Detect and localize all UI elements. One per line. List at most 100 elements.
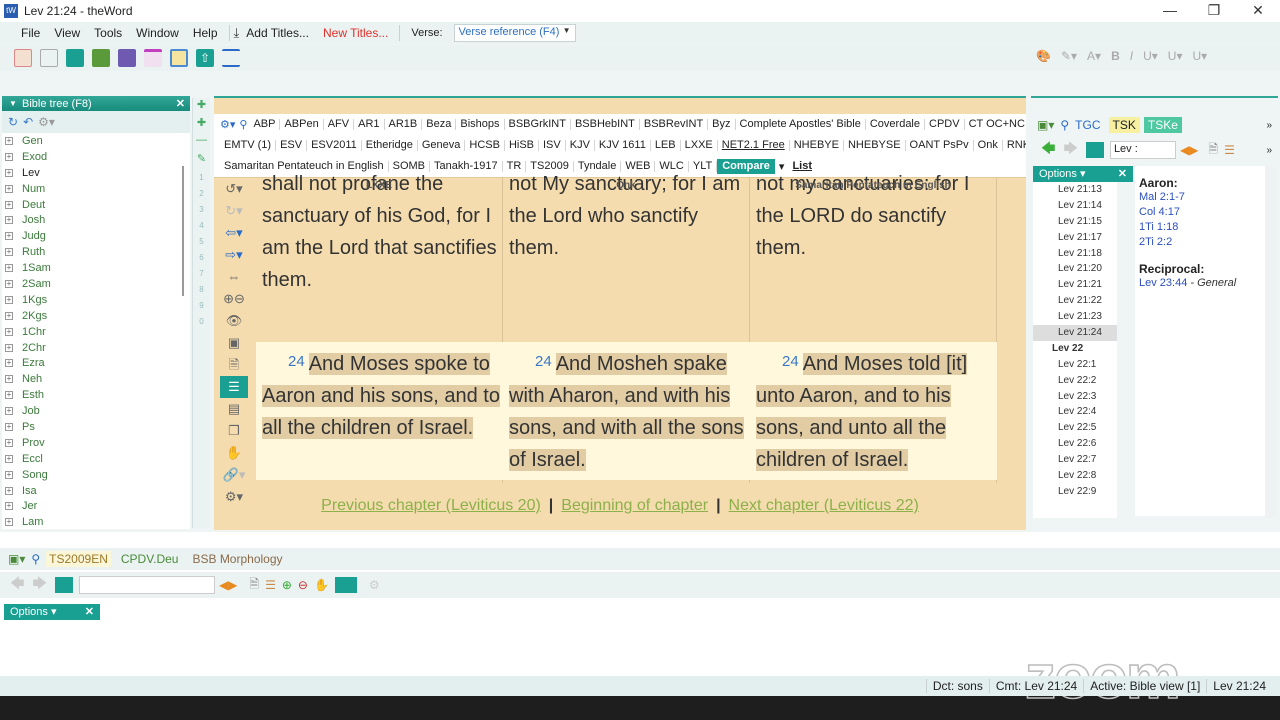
eye-icon[interactable]: 👁 — [214, 310, 254, 332]
hand-icon[interactable]: ✋ — [314, 578, 329, 592]
modules-menu-icon[interactable]: ⚙▾ — [220, 118, 235, 131]
tile-icon[interactable] — [170, 49, 188, 67]
next-chapter-link[interactable]: Next chapter (Leviticus 22) — [729, 497, 919, 514]
module-tab[interactable]: OANT PsPv — [906, 140, 974, 151]
module-tab[interactable]: BSBGrkINT — [505, 119, 571, 130]
expand-icon[interactable]: + — [5, 248, 13, 257]
verse-list-item[interactable]: Lev 22:2 — [1033, 373, 1117, 389]
zoom-in-out-icon[interactable]: ⊕⊖ — [214, 288, 254, 310]
prev-next-icon[interactable]: ◀▶ — [1180, 143, 1198, 157]
color-picker-icon[interactable] — [334, 577, 357, 593]
hand-icon[interactable]: ✋ — [214, 442, 254, 464]
tree-item[interactable]: +1Chr — [2, 324, 190, 340]
verse-list-item[interactable]: Lev 21:13 — [1033, 182, 1117, 198]
book-tab-tsk[interactable]: TSK — [1108, 117, 1140, 133]
verse-list-item[interactable]: Lev 22:5 — [1033, 420, 1117, 436]
bookmark-slot[interactable]: 3 — [193, 202, 210, 218]
forward-arrow-icon[interactable]: 🡆 — [1063, 138, 1077, 162]
verse-list-item[interactable]: Lev 21:15 — [1033, 214, 1117, 230]
options-icon[interactable]: ⚙▾ — [38, 115, 55, 129]
chevron-down-icon[interactable]: ▼ — [563, 26, 571, 35]
window-icon[interactable]: ▣ — [214, 332, 254, 354]
module-tab[interactable]: AFV — [324, 119, 355, 130]
close-button[interactable]: ✕ — [1236, 0, 1280, 22]
verse-list-item[interactable]: Lev 22:3 — [1033, 389, 1117, 405]
module-tab[interactable]: ABP — [249, 119, 281, 130]
tree-item[interactable]: + Job — [2, 403, 190, 419]
expand-icon[interactable]: + — [5, 152, 13, 161]
font-color-icon[interactable]: A▾ — [1087, 49, 1101, 63]
bookmark-slot[interactable]: 4 — [193, 218, 210, 234]
module-tab[interactable]: Byz — [708, 119, 736, 130]
tree-item[interactable]: + Eccl — [2, 451, 190, 467]
book-icon[interactable] — [1085, 142, 1104, 158]
expand-icon[interactable]: + — [5, 184, 13, 193]
new-titles-button[interactable]: New Titles... — [316, 26, 395, 40]
module-tab[interactable]: EMTV (1) — [220, 140, 277, 151]
module-tab[interactable]: KJV 1611 — [595, 140, 651, 151]
expand-icon[interactable]: + — [5, 232, 13, 241]
refresh-icon[interactable]: ↻ — [8, 115, 18, 129]
underline-icon[interactable]: U▾ — [1143, 49, 1158, 63]
book-green-icon[interactable] — [92, 49, 110, 67]
columns-icon[interactable]: ☰ — [220, 376, 248, 398]
tree-item[interactable]: + Judg — [2, 228, 190, 244]
module-tab[interactable]: RNKJV — [1003, 140, 1026, 151]
tree-item[interactable]: +2Sam — [2, 276, 190, 292]
book-tab-cpdv-deu[interactable]: CPDV.Deu — [121, 552, 179, 566]
verse-list-item[interactable]: Lev 22 — [1033, 341, 1117, 357]
module-tab[interactable]: KJV — [566, 140, 595, 151]
expand-icon[interactable]: + — [5, 502, 13, 511]
expand-icon[interactable]: + — [5, 200, 13, 209]
edit-icon[interactable]: ✎ — [193, 152, 210, 170]
book-tab-ts2009en[interactable]: TS2009EN — [46, 551, 111, 567]
close-icon[interactable]: ✕ — [1118, 166, 1127, 182]
verse-list-item[interactable]: Lev 21:20 — [1033, 261, 1117, 277]
prev-next-icon[interactable]: ◀▶ — [219, 578, 237, 592]
rows-icon[interactable]: ▤ — [214, 398, 254, 420]
location-input[interactable]: Lev : — [1109, 141, 1176, 159]
bold-icon[interactable]: B — [1111, 49, 1120, 63]
tree-item[interactable]: + Song — [2, 467, 190, 483]
tree-item[interactable]: + Exod — [2, 149, 190, 165]
more-icon[interactable]: » — [1266, 120, 1272, 131]
module-tab[interactable]: BSBRevINT — [640, 119, 709, 130]
expand-icon[interactable]: + — [5, 327, 13, 336]
bookmark-slot[interactable]: 9 — [193, 298, 210, 314]
expand-icon[interactable]: + — [5, 407, 13, 416]
module-tab[interactable]: LXXE — [681, 140, 718, 151]
beginning-of-chapter-link[interactable]: Beginning of chapter — [561, 497, 708, 514]
bookmark-slot[interactable]: 1 — [193, 170, 210, 186]
expand-icon[interactable]: + — [5, 216, 13, 225]
verse-number[interactable]: 24 — [288, 353, 305, 370]
forward-icon[interactable]: ↻▾ — [214, 200, 254, 222]
cross-reference-link[interactable]: 1Ti 1:18 — [1139, 220, 1261, 235]
expand-icon[interactable]: + — [5, 311, 13, 320]
tree-item[interactable]: + Ps — [2, 419, 190, 435]
module-tab[interactable]: NHEBYE — [790, 140, 844, 151]
module-tab[interactable]: ISV — [539, 140, 566, 151]
bookmark-slot[interactable]: 8 — [193, 282, 210, 298]
expand-icon[interactable]: + — [5, 470, 13, 479]
link-icon[interactable]: 🔗▾ — [214, 464, 254, 486]
module-tab[interactable]: HCSB — [465, 140, 505, 151]
expand-icon[interactable]: + — [5, 168, 13, 177]
search-icon[interactable]: ⚲ — [239, 118, 247, 131]
books-menu-icon[interactable]: ▣▾ — [8, 552, 25, 566]
tree-item[interactable]: + Lam — [2, 514, 190, 529]
tree-item[interactable]: +2Kgs — [2, 308, 190, 324]
bookmark-slot[interactable]: 2 — [193, 186, 210, 202]
book-purple-icon[interactable] — [118, 49, 136, 67]
fullscreen-icon[interactable] — [222, 49, 240, 67]
preview-icon[interactable]: 🗎 — [214, 354, 254, 376]
back-arrow-icon[interactable]: 🡄 — [1041, 138, 1055, 162]
expand-icon[interactable]: + — [5, 438, 13, 447]
tree-item[interactable]: + Esth — [2, 387, 190, 403]
module-tab[interactable]: Coverdale — [866, 119, 925, 130]
zoom-in-icon[interactable]: ⊕ — [282, 578, 292, 592]
forward-arrow-icon[interactable]: 🡆 — [32, 573, 46, 597]
tree-item[interactable]: + Josh — [2, 212, 190, 228]
menu-help[interactable]: Help — [186, 26, 225, 40]
close-icon[interactable]: ✕ — [85, 604, 94, 620]
verse-number[interactable]: 24 — [782, 353, 799, 370]
